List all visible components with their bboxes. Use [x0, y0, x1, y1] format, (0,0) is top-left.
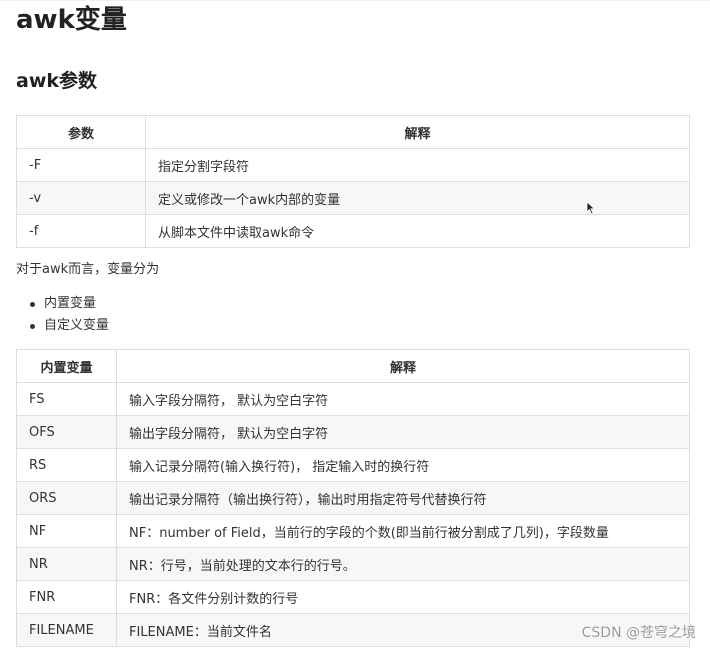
- variable-cell: RS: [16, 448, 117, 482]
- variable-cell: OFS: [16, 415, 117, 449]
- params-table: 参数 解释 -F 指定分割字段符 -v 定义或修改一个awk内部的变量 -f 从…: [16, 115, 690, 248]
- explanation-cell: NR：行号，当前处理的文本行的行号。: [116, 547, 690, 581]
- column-header-explanation: 解释: [116, 349, 690, 383]
- explanation-cell: 指定分割字段符: [145, 148, 690, 182]
- explanation-cell: 输入记录分隔符(输入换行符)， 指定输入时的换行符: [116, 448, 690, 482]
- param-cell: -F: [16, 148, 146, 182]
- table-row: RS 输入记录分隔符(输入换行符)， 指定输入时的换行符: [16, 448, 690, 482]
- column-header-explanation: 解释: [145, 115, 690, 149]
- section-heading: awk参数: [16, 70, 98, 92]
- table-row: -F 指定分割字段符: [16, 148, 690, 182]
- top-divider: [0, 0, 710, 1]
- variable-cell: ORS: [16, 481, 117, 515]
- list-item: 自定义变量: [16, 315, 109, 337]
- table-row: FNR FNR：各文件分别计数的行号: [16, 580, 690, 614]
- mouse-pointer-icon: [586, 201, 596, 215]
- explanation-cell: 从脚本文件中读取awk命令: [145, 214, 690, 248]
- table-header-row: 内置变量 解释: [16, 349, 690, 383]
- builtin-variables-table: 内置变量 解释 FS 输入字段分隔符， 默认为空白字符 OFS 输出字段分隔符，…: [16, 349, 690, 647]
- table-row: OFS 输出字段分隔符， 默认为空白字符: [16, 415, 690, 449]
- watermark: CSDN @苍穹之境: [581, 625, 696, 641]
- variable-cell: FILENAME: [16, 613, 117, 647]
- explanation-cell: FNR：各文件分别计数的行号: [116, 580, 690, 614]
- table-header-row: 参数 解释: [16, 115, 690, 149]
- column-header-param: 参数: [16, 115, 146, 149]
- explanation-cell: 定义或修改一个awk内部的变量: [145, 181, 690, 215]
- param-cell: -v: [16, 181, 146, 215]
- param-cell: -f: [16, 214, 146, 248]
- column-header-builtin-variable: 内置变量: [16, 349, 117, 383]
- list-item: 内置变量: [16, 293, 109, 315]
- variable-cell: NR: [16, 547, 117, 581]
- page-title: awk变量: [16, 5, 127, 35]
- variable-cell: NF: [16, 514, 117, 548]
- variable-cell: FNR: [16, 580, 117, 614]
- table-row: NR NR：行号，当前处理的文本行的行号。: [16, 547, 690, 581]
- explanation-cell: 输出字段分隔符， 默认为空白字符: [116, 415, 690, 449]
- table-row: FS 输入字段分隔符， 默认为空白字符: [16, 382, 690, 416]
- explanation-cell: NF：number of Field，当前行的字段的个数(即当前行被分割成了几列…: [116, 514, 690, 548]
- explanation-cell: 输出记录分隔符（输出换行符），输出时用指定符号代替换行符: [116, 481, 690, 515]
- explanation-cell: 输入字段分隔符， 默认为空白字符: [116, 382, 690, 416]
- table-row: NF NF：number of Field，当前行的字段的个数(即当前行被分割成…: [16, 514, 690, 548]
- intro-text: 对于awk而言，变量分为: [16, 262, 160, 277]
- variable-cell: FS: [16, 382, 117, 416]
- variable-type-list: 内置变量 自定义变量: [16, 293, 109, 337]
- table-row: -f 从脚本文件中读取awk命令: [16, 214, 690, 248]
- table-row: ORS 输出记录分隔符（输出换行符），输出时用指定符号代替换行符: [16, 481, 690, 515]
- document-page: awk变量 awk参数 参数 解释 -F 指定分割字段符 -v 定义或修改一个a…: [0, 0, 710, 652]
